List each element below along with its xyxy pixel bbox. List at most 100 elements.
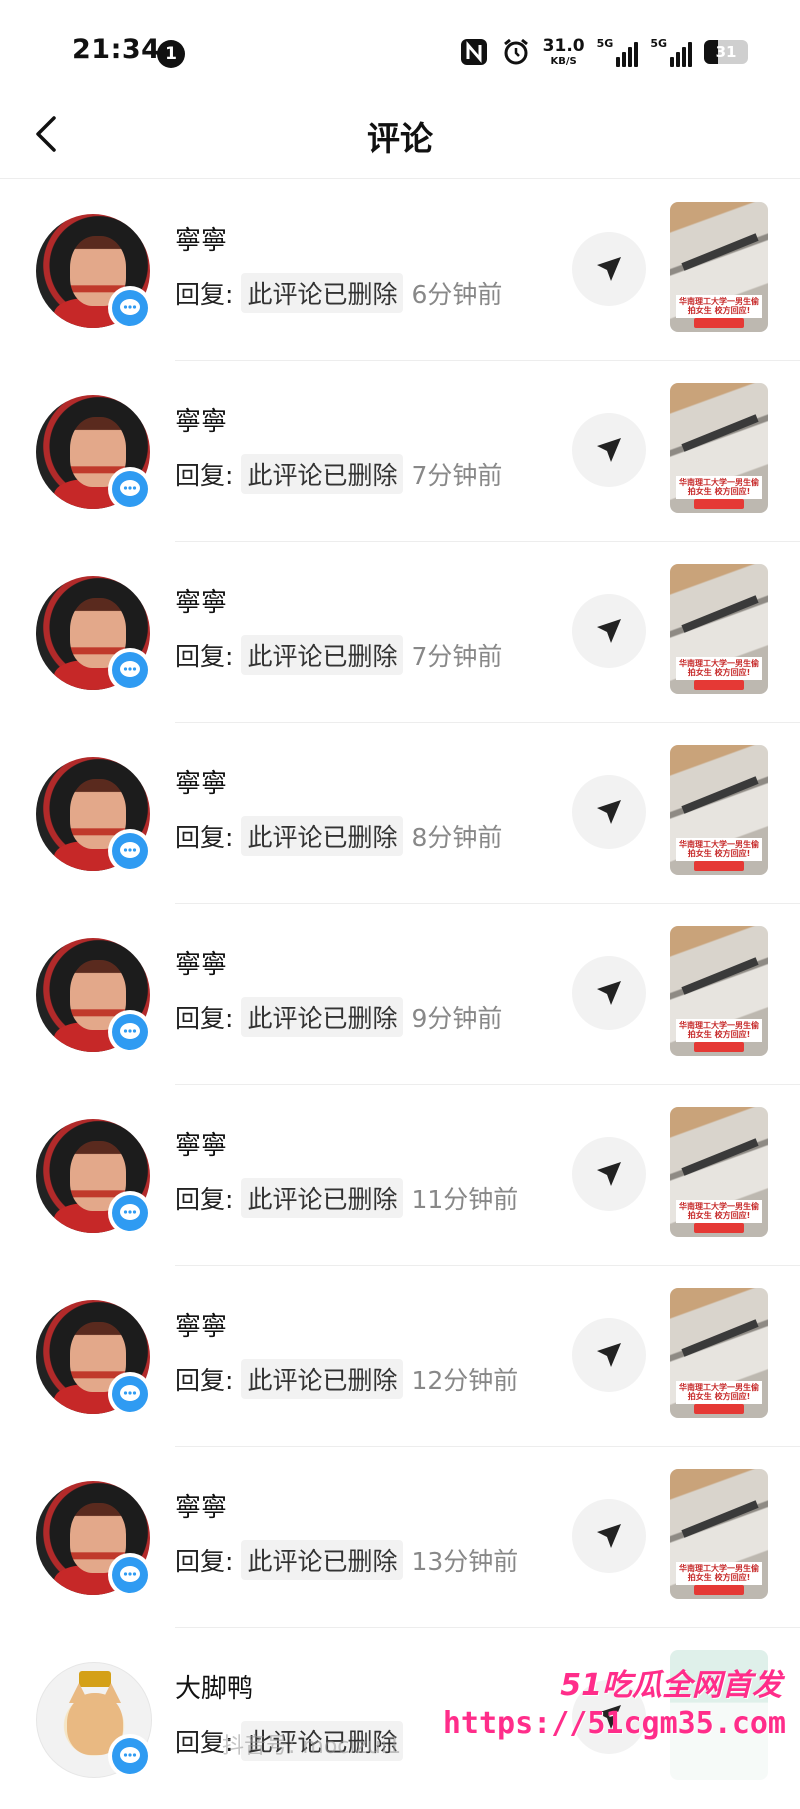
chat-bubble-icon bbox=[120, 1747, 140, 1763]
video-thumbnail[interactable]: 华南理工大学一男生偷拍女生 校方回应! bbox=[670, 1288, 768, 1418]
forward-button[interactable] bbox=[572, 775, 646, 849]
chat-bubble-icon bbox=[120, 1023, 140, 1039]
comment-badge bbox=[108, 1734, 152, 1778]
site-watermark: 51吃瓜全网首发 https://51cgm35.com bbox=[443, 1660, 792, 1756]
username[interactable]: 寧寧 bbox=[175, 401, 227, 438]
username[interactable]: 寧寧 bbox=[175, 763, 227, 800]
deleted-comment-text: 此评论已删除 bbox=[241, 273, 404, 313]
comment-badge bbox=[108, 1372, 152, 1416]
reply-prefix: 回复: bbox=[175, 461, 234, 490]
forward-button[interactable] bbox=[572, 1137, 646, 1211]
chat-bubble-icon bbox=[120, 299, 140, 315]
deleted-comment-text: 此评论已删除 bbox=[241, 1540, 404, 1580]
reply-line: 回复: 此评论已删除 9分钟前 bbox=[175, 997, 503, 1037]
comment-badge bbox=[108, 286, 152, 330]
time-ago: 11分钟前 bbox=[411, 1185, 519, 1214]
comment-item[interactable]: 寧寧 回复: 此评论已删除 7分钟前 华南理工大学一男生偷拍女生 校方回应! bbox=[0, 542, 800, 723]
time-ago: 13分钟前 bbox=[411, 1547, 519, 1576]
network-speed: 31.0 KB/S bbox=[542, 35, 585, 67]
comment-badge bbox=[108, 1191, 152, 1235]
send-icon bbox=[597, 1524, 621, 1548]
comment-item[interactable]: 寧寧 回复: 此评论已删除 6分钟前 华南理工大学一男生偷拍女生 校方回应! bbox=[0, 180, 800, 361]
send-icon bbox=[597, 981, 621, 1005]
chat-bubble-icon bbox=[120, 1566, 140, 1582]
forward-button[interactable] bbox=[572, 1318, 646, 1392]
username[interactable]: 寧寧 bbox=[175, 1125, 227, 1162]
video-thumbnail[interactable]: 华南理工大学一男生偷拍女生 校方回应! bbox=[670, 202, 768, 332]
comment-item[interactable]: 寧寧 回复: 此评论已删除 8分钟前 华南理工大学一男生偷拍女生 校方回应! bbox=[0, 723, 800, 904]
video-thumbnail[interactable]: 华南理工大学一男生偷拍女生 校方回应! bbox=[670, 564, 768, 694]
douyin-watermark: 抖音号: mocizui1 bbox=[222, 1734, 402, 1759]
chat-bubble-icon bbox=[120, 842, 140, 858]
forward-button[interactable] bbox=[572, 413, 646, 487]
comment-badge bbox=[108, 467, 152, 511]
video-thumbnail[interactable]: 华南理工大学一男生偷拍女生 校方回应! bbox=[670, 926, 768, 1056]
reply-prefix: 回复: bbox=[175, 1547, 234, 1576]
deleted-comment-text: 此评论已删除 bbox=[241, 997, 404, 1037]
reply-prefix: 回复: bbox=[175, 642, 234, 671]
reply-line: 回复: 此评论已删除 7分钟前 bbox=[175, 454, 503, 494]
reply-line: 回复: 此评论已删除 11分钟前 bbox=[175, 1178, 519, 1218]
username[interactable]: 寧寧 bbox=[175, 1306, 227, 1343]
forward-button[interactable] bbox=[572, 594, 646, 668]
username[interactable]: 寧寧 bbox=[175, 582, 227, 619]
video-thumbnail[interactable]: 华南理工大学一男生偷拍女生 校方回应! bbox=[670, 383, 768, 513]
reply-prefix: 回复: bbox=[175, 823, 234, 852]
reply-prefix: 回复: bbox=[175, 1004, 234, 1033]
status-time: 21:34 bbox=[72, 34, 161, 65]
username[interactable]: 大脚鸭 bbox=[175, 1668, 253, 1705]
reply-line: 回复: 此评论已删除 6分钟前 bbox=[175, 273, 503, 313]
site-brand: 51吃瓜全网首发 bbox=[560, 1668, 782, 1703]
deleted-comment-text: 此评论已删除 bbox=[241, 1178, 404, 1218]
video-thumbnail[interactable]: 华南理工大学一男生偷拍女生 校方回应! bbox=[670, 1107, 768, 1237]
username[interactable]: 寧寧 bbox=[175, 220, 227, 257]
comment-list: 寧寧 回复: 此评论已删除 6分钟前 华南理工大学一男生偷拍女生 校方回应! 寧… bbox=[0, 180, 800, 1809]
comment-badge bbox=[108, 829, 152, 873]
reply-line: 回复: 此评论已删除 13分钟前 bbox=[175, 1540, 519, 1580]
time-ago: 6分钟前 bbox=[411, 280, 503, 309]
chat-bubble-icon bbox=[120, 1385, 140, 1401]
time-ago: 9分钟前 bbox=[411, 1004, 503, 1033]
send-icon bbox=[597, 257, 621, 281]
time-ago: 12分钟前 bbox=[411, 1366, 519, 1395]
deleted-comment-text: 此评论已删除 bbox=[241, 454, 404, 494]
chat-bubble-icon bbox=[120, 661, 140, 677]
video-thumbnail[interactable]: 华南理工大学一男生偷拍女生 校方回应! bbox=[670, 1469, 768, 1599]
comment-badge bbox=[108, 1010, 152, 1054]
site-url: https://51cgm35.com bbox=[442, 1706, 786, 1741]
comment-badge bbox=[108, 1553, 152, 1597]
battery-icon: 31 bbox=[704, 40, 748, 64]
forward-button[interactable] bbox=[572, 1499, 646, 1573]
forward-button[interactable] bbox=[572, 232, 646, 306]
comment-item[interactable]: 寧寧 回复: 此评论已删除 13分钟前 华南理工大学一男生偷拍女生 校方回应! bbox=[0, 1447, 800, 1628]
reply-prefix: 回复: bbox=[175, 1366, 234, 1395]
username[interactable]: 寧寧 bbox=[175, 1487, 227, 1524]
comment-item[interactable]: 寧寧 回复: 此评论已删除 7分钟前 华南理工大学一男生偷拍女生 校方回应! bbox=[0, 361, 800, 542]
time-ago: 8分钟前 bbox=[411, 823, 503, 852]
deleted-comment-text: 此评论已删除 bbox=[241, 1359, 404, 1399]
reply-line: 回复: 此评论已删除 7分钟前 bbox=[175, 635, 503, 675]
signal-sim2-icon: 5G bbox=[650, 37, 692, 67]
page-title: 评论 bbox=[367, 119, 433, 158]
deleted-comment-text: 此评论已删除 bbox=[241, 816, 404, 856]
username[interactable]: 寧寧 bbox=[175, 944, 227, 981]
reply-line: 回复: 此评论已删除 12分钟前 bbox=[175, 1359, 519, 1399]
chat-bubble-icon bbox=[120, 1204, 140, 1220]
video-thumbnail[interactable]: 华南理工大学一男生偷拍女生 校方回应! bbox=[670, 745, 768, 875]
reply-line: 回复: 此评论已删除 8分钟前 bbox=[175, 816, 503, 856]
chat-bubble-icon bbox=[120, 480, 140, 496]
time-ago: 7分钟前 bbox=[411, 461, 503, 490]
alarm-icon bbox=[503, 38, 528, 65]
reply-prefix: 回复: bbox=[175, 280, 234, 309]
send-icon bbox=[597, 619, 621, 643]
comment-item[interactable]: 寧寧 回复: 此评论已删除 9分钟前 华南理工大学一男生偷拍女生 校方回应! bbox=[0, 904, 800, 1085]
comment-item[interactable]: 寧寧 回复: 此评论已删除 12分钟前 华南理工大学一男生偷拍女生 校方回应! bbox=[0, 1266, 800, 1447]
nav-bar: 评论 bbox=[0, 90, 800, 179]
status-icons: 31.0 KB/S 5G 5G 31 bbox=[459, 34, 748, 70]
forward-button[interactable] bbox=[572, 956, 646, 1030]
status-bar: 21:34 1 31.0 KB/S 5G 5G 31 bbox=[0, 0, 800, 90]
time-ago: 7分钟前 bbox=[411, 642, 503, 671]
comment-item[interactable]: 寧寧 回复: 此评论已删除 11分钟前 华南理工大学一男生偷拍女生 校方回应! bbox=[0, 1085, 800, 1266]
send-icon bbox=[597, 1162, 621, 1186]
reply-prefix: 回复: bbox=[175, 1185, 234, 1214]
